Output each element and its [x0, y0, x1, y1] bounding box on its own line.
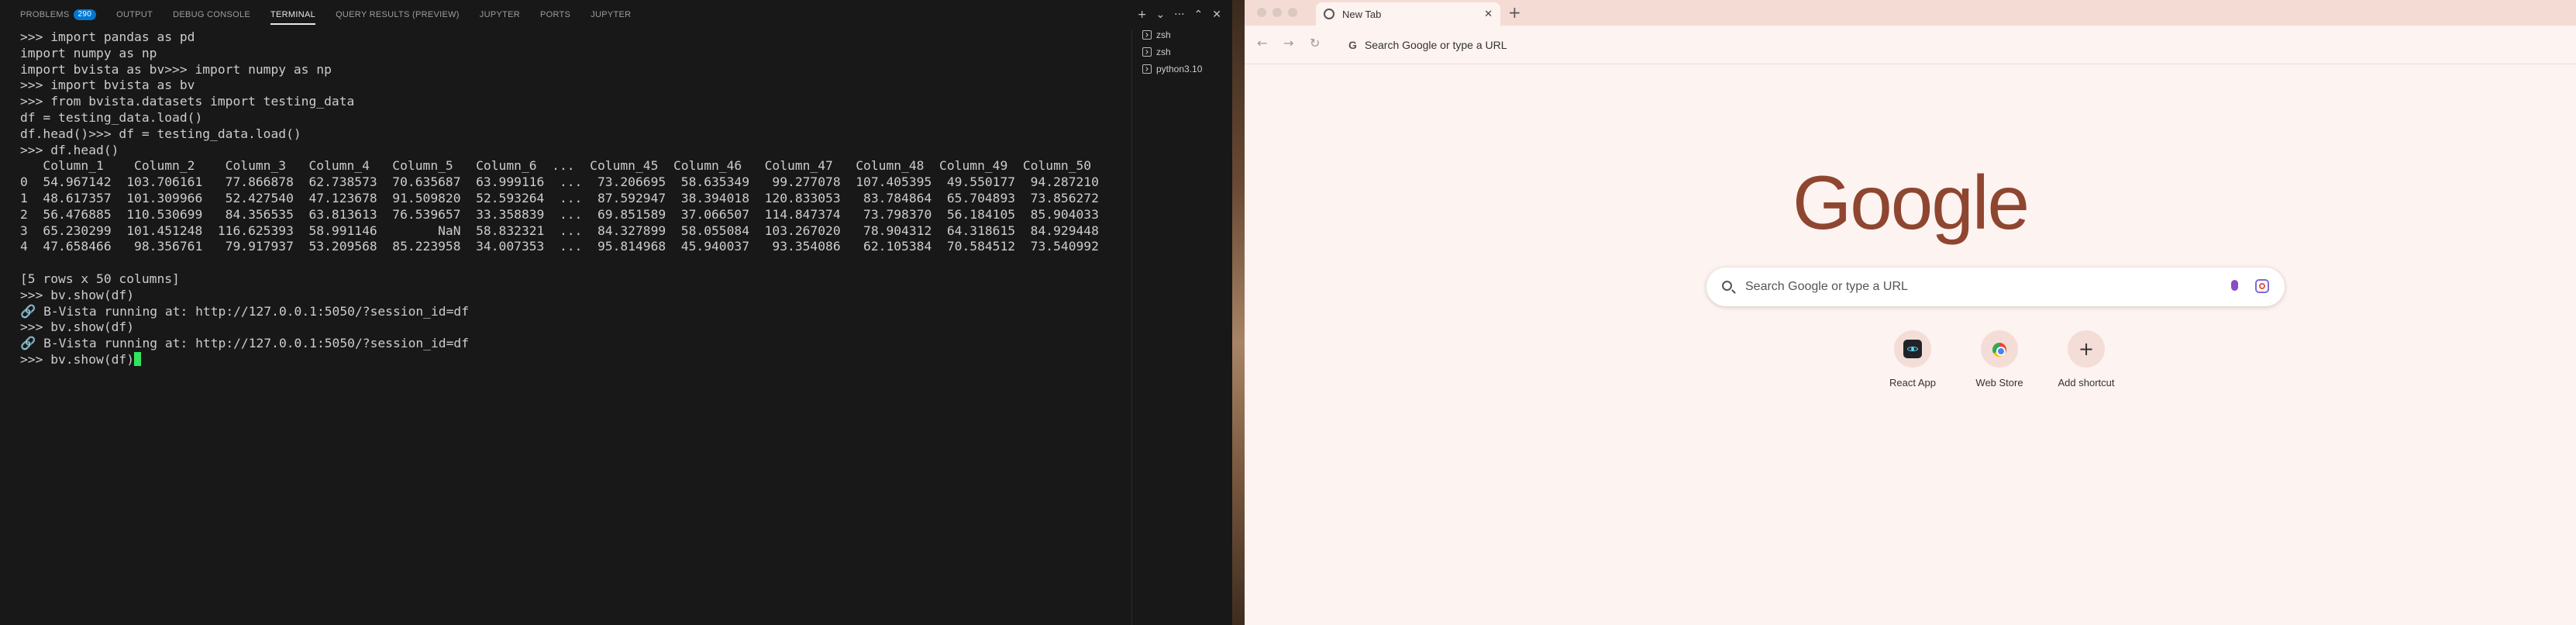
terminal-line: import bvista as bv>>> import numpy as n… [20, 61, 332, 77]
panel-actions: + ⌄ ··· ⌃ ✕ [1138, 0, 1221, 29]
google-logo: Google [1792, 160, 2030, 245]
terminal-item-python[interactable]: python3.10 [1142, 60, 1232, 78]
terminal-line: df.head()>>> df = testing_data.load() [20, 126, 301, 141]
tab-ports-label: PORTS [540, 10, 571, 19]
browser-tab-new-tab[interactable]: New Tab ✕ [1316, 2, 1500, 26]
terminal-item-label: zsh [1156, 29, 1171, 40]
prompt-text: >>> bv.show(df) [20, 351, 135, 367]
tab-debug-console[interactable]: DEBUG CONSOLE [173, 0, 250, 29]
add-shortcut-tile: + [2068, 330, 2105, 368]
terminal-line: 🔗 B-Vista running at: http://127.0.0.1:5… [20, 336, 469, 351]
tab-jupyter-label: JUPYTER [479, 10, 520, 19]
shortcut-label: React App [1889, 377, 1936, 388]
terminal-line: 1 48.617357 101.309966 52.427540 47.1236… [20, 190, 1099, 205]
problems-count-badge: 290 [73, 9, 97, 20]
maximize-panel-icon[interactable]: ⌃ [1194, 9, 1204, 21]
terminal-line: import numpy as np [20, 45, 157, 60]
tab-jupyter-2-label: JUPYTER [591, 10, 632, 19]
browser-toolbar: ← → ↻ G Search Google or type a URL [1245, 26, 2576, 64]
minimize-window-button[interactable] [1273, 8, 1282, 17]
terminal-line: >>> bv.show(df) [20, 287, 135, 302]
terminal-output[interactable]: >>> import pandas as pd import numpy as n… [0, 29, 1128, 625]
panel-tab-bar: PROBLEMS 290 OUTPUT DEBUG CONSOLE TERMIN… [0, 0, 1232, 29]
tab-jupyter[interactable]: JUPYTER [480, 0, 520, 29]
terminal-line: Column_1 Column_2 Column_3 Column_4 Colu… [20, 158, 1092, 174]
shortcut-web-store-tile [1981, 330, 2018, 368]
tab-output-label: OUTPUT [116, 10, 153, 19]
more-actions-icon[interactable]: ··· [1174, 9, 1184, 21]
tab-terminal[interactable]: TERMINAL [270, 0, 316, 29]
terminal-cursor [134, 351, 142, 366]
google-lens-icon[interactable] [2255, 279, 2269, 293]
terminal-line: [5 rows x 50 columns] [20, 271, 180, 286]
tab-query-results-label: QUERY RESULTS (PREVIEW) [336, 10, 460, 19]
chrome-window: New Tab ✕ + ← → ↻ G Search Google or typ… [1245, 0, 2576, 625]
tab-title: New Tab [1342, 8, 1382, 20]
search-placeholder: Search Google or type a URL [1745, 280, 1908, 293]
google-g-icon: G [1348, 39, 1357, 51]
tab-jupyter-2[interactable]: JUPYTER [591, 0, 631, 29]
back-icon[interactable]: ← [1257, 36, 1267, 51]
terminal-line: >>> import pandas as pd [20, 29, 195, 44]
terminal-dropdown-icon[interactable]: ⌄ [1155, 9, 1165, 21]
shortcut-web-store[interactable]: Web Store [1956, 330, 2043, 388]
web-store-icon [1990, 340, 2009, 358]
vscode-panel: PROBLEMS 290 OUTPUT DEBUG CONSOLE TERMIN… [0, 0, 1232, 625]
terminal-line: >>> df.head() [20, 142, 119, 157]
terminal-icon [1142, 47, 1152, 57]
new-terminal-icon[interactable]: + [1138, 9, 1147, 21]
terminal-list: zsh zsh python3.10 [1142, 26, 1232, 78]
terminal-line: >>> import bvista as bv [20, 78, 195, 93]
search-icon [1722, 281, 1732, 291]
terminal-line: >>> bv.show(df) [20, 319, 135, 335]
terminal-icon [1142, 30, 1152, 40]
address-bar-placeholder: Search Google or type a URL [1364, 39, 1507, 51]
new-tab-button[interactable]: + [1508, 4, 1521, 21]
shortcut-react-app[interactable]: React App [1869, 330, 1956, 388]
react-icon [1903, 340, 1922, 358]
tab-problems-label: PROBLEMS [20, 10, 70, 19]
desktop-wallpaper [1232, 0, 1245, 625]
terminal-icon [1142, 64, 1152, 74]
address-bar[interactable]: G Search Google or type a URL [1339, 32, 2559, 58]
forward-icon[interactable]: → [1283, 36, 1293, 51]
terminal-line: 🔗 B-Vista running at: http://127.0.0.1:5… [20, 303, 469, 319]
terminal-divider[interactable] [1131, 29, 1132, 625]
tab-close-icon[interactable]: ✕ [1484, 9, 1493, 20]
add-shortcut-button[interactable]: + Add shortcut [2043, 330, 2130, 388]
tab-query-results[interactable]: QUERY RESULTS (PREVIEW) [336, 0, 460, 29]
google-search-box[interactable]: Search Google or type a URL [1706, 268, 2285, 306]
shortcut-react-app-tile [1894, 330, 1931, 368]
reload-icon[interactable]: ↻ [1310, 36, 1320, 51]
microphone-icon[interactable] [2231, 280, 2238, 291]
chrome-favicon-icon [1324, 9, 1334, 19]
tab-ports[interactable]: PORTS [540, 0, 570, 29]
terminal-prompt-line[interactable]: >>> bv.show(df) [20, 351, 1128, 368]
tab-strip: New Tab ✕ + [1245, 0, 2576, 26]
terminal-line: >>> from bvista.datasets import testing_… [20, 94, 355, 109]
zoom-window-button[interactable] [1288, 8, 1297, 17]
terminal-line: 4 47.658466 98.356761 79.917937 53.20956… [20, 239, 1099, 254]
tab-output[interactable]: OUTPUT [116, 0, 153, 29]
terminal-item-zsh-2[interactable]: zsh [1142, 43, 1232, 60]
terminal-line: 0 54.967142 103.706161 77.866878 62.7385… [20, 174, 1099, 190]
terminal-item-label: python3.10 [1156, 64, 1203, 74]
terminal-line: 2 56.476885 110.530699 84.356535 63.8136… [20, 206, 1099, 222]
plus-icon: + [2078, 338, 2095, 360]
terminal-lines: >>> import pandas as pd import numpy as n… [20, 29, 1128, 352]
close-panel-icon[interactable]: ✕ [1212, 9, 1221, 21]
terminal-item-label: zsh [1156, 47, 1171, 57]
tab-terminal-label: TERMINAL [270, 10, 316, 19]
terminal-line: df = testing_data.load() [20, 109, 203, 125]
shortcut-label: Web Store [1975, 377, 2023, 388]
terminal-line: 3 65.230299 101.451248 116.625393 58.991… [20, 223, 1099, 238]
shortcut-label: Add shortcut [2058, 377, 2115, 388]
close-window-button[interactable] [1257, 8, 1266, 17]
tab-problems[interactable]: PROBLEMS 290 [20, 0, 97, 29]
tab-debug-console-label: DEBUG CONSOLE [173, 10, 251, 19]
terminal-item-zsh-1[interactable]: zsh [1142, 26, 1232, 43]
